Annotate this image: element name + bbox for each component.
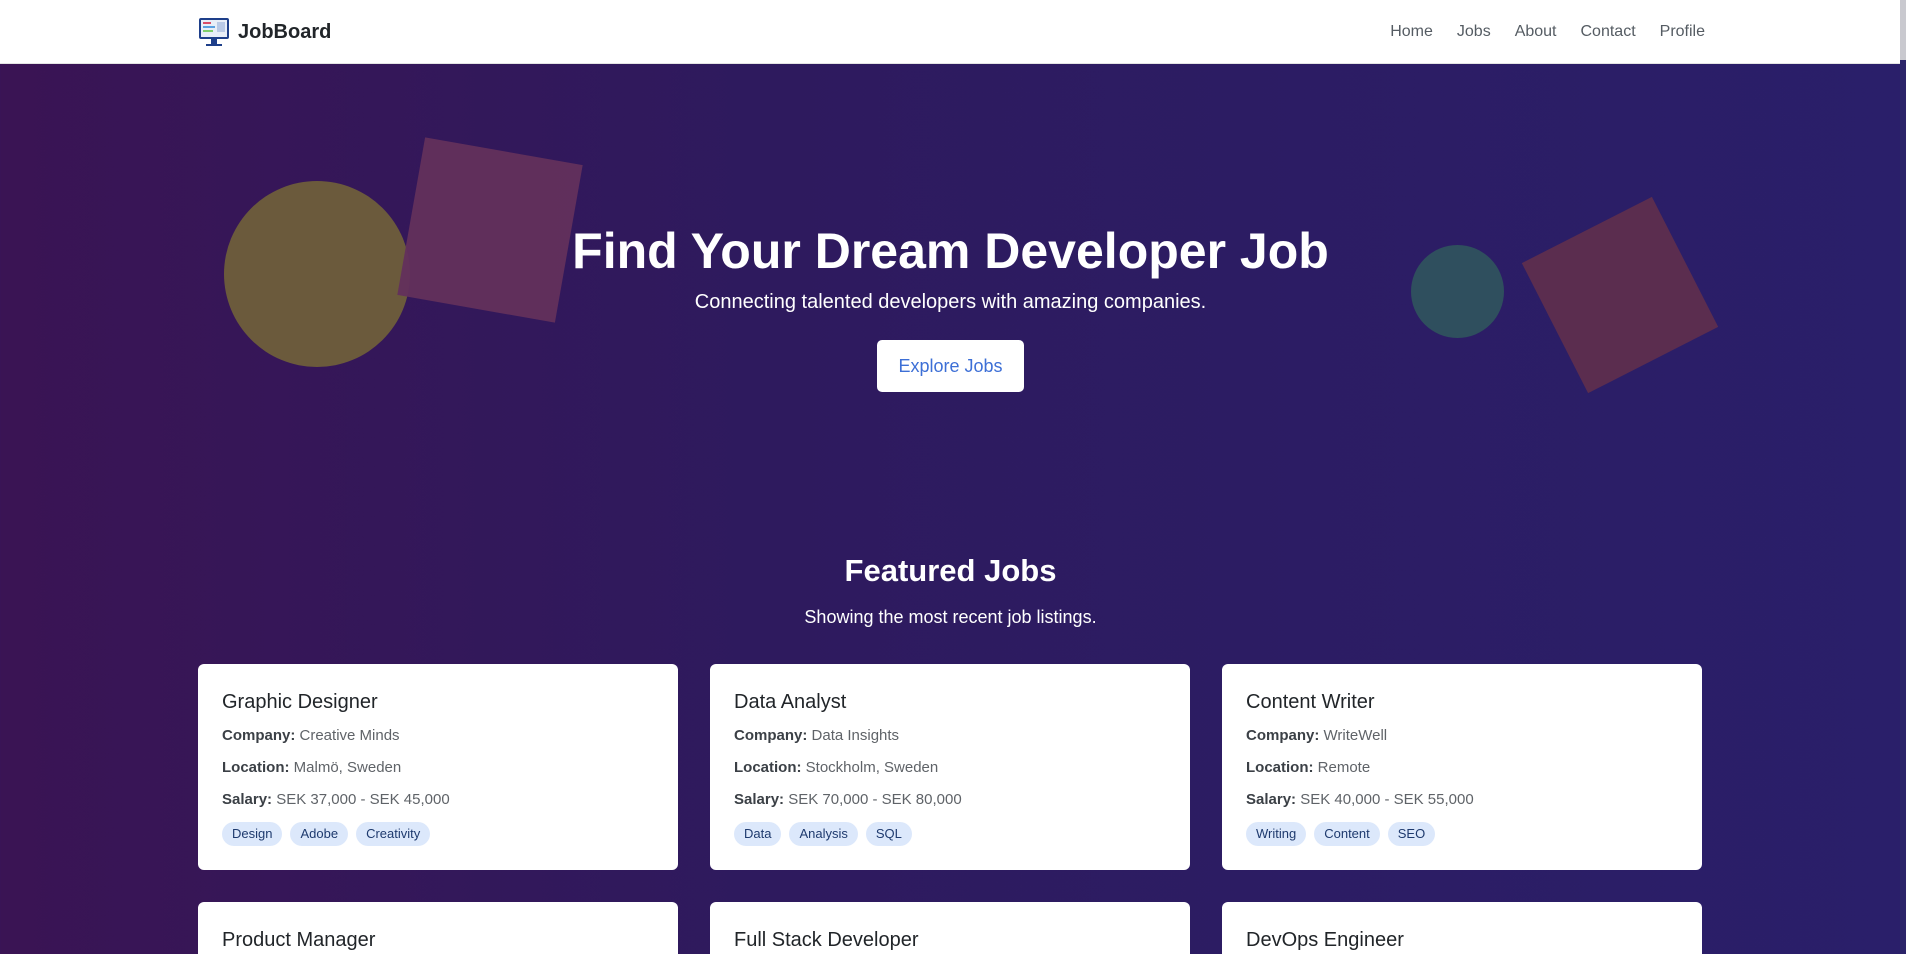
job-salary: Salary: SEK 37,000 - SEK 45,000 bbox=[222, 790, 654, 809]
scrollbar[interactable] bbox=[1900, 0, 1906, 954]
job-title: Graphic Designer bbox=[222, 691, 378, 713]
tag: Design bbox=[222, 822, 283, 846]
location-label: Location: bbox=[1246, 759, 1314, 776]
job-company: Company: Creative Minds bbox=[222, 726, 654, 745]
featured-jobs-title: Featured Jobs bbox=[844, 553, 1057, 588]
tag: Creativity bbox=[356, 822, 431, 846]
job-title: Content Writer bbox=[1246, 691, 1375, 713]
location-value: Remote bbox=[1317, 759, 1371, 776]
job-location: Location: Remote bbox=[1246, 758, 1678, 777]
job-card-data-analyst[interactable]: Data Analyst Company: Data Insights Loca… bbox=[710, 664, 1190, 870]
job-title: Product Manager bbox=[222, 929, 376, 951]
salary-value: SEK 70,000 - SEK 80,000 bbox=[788, 791, 962, 808]
salary-label: Salary: bbox=[222, 791, 273, 808]
location-label: Location: bbox=[734, 759, 802, 776]
tag: Writing bbox=[1246, 822, 1307, 846]
job-title: Data Analyst bbox=[734, 691, 847, 713]
job-card-graphic-designer[interactable]: Graphic Designer Company: Creative Minds… bbox=[198, 664, 678, 870]
location-value: Stockholm, Sweden bbox=[805, 759, 939, 776]
company-value: Creative Minds bbox=[299, 727, 400, 744]
job-salary: Salary: SEK 40,000 - SEK 55,000 bbox=[1246, 790, 1678, 809]
tag: Analysis bbox=[789, 822, 858, 846]
job-company: Company: WriteWell bbox=[1246, 726, 1678, 745]
monitor-icon bbox=[199, 18, 229, 46]
job-card-full-stack-developer[interactable]: Full Stack Developer bbox=[710, 902, 1190, 954]
job-title: Full Stack Developer bbox=[734, 929, 919, 951]
job-card-devops-engineer[interactable]: DevOps Engineer bbox=[1222, 902, 1702, 954]
nav-links: Home Jobs About Contact Profile bbox=[1390, 0, 1705, 64]
job-location: Location: Stockholm, Sweden bbox=[734, 758, 1166, 777]
job-tags: Design Adobe Creativity bbox=[222, 822, 654, 846]
location-value: Malmö, Sweden bbox=[293, 759, 402, 776]
tag: Data bbox=[734, 822, 782, 846]
company-label: Company: bbox=[734, 727, 808, 744]
salary-value: SEK 40,000 - SEK 55,000 bbox=[1300, 791, 1474, 808]
company-label: Company: bbox=[1246, 727, 1320, 744]
nav-contact[interactable]: Contact bbox=[1581, 23, 1636, 41]
job-salary: Salary: SEK 70,000 - SEK 80,000 bbox=[734, 790, 1166, 809]
hero-subtitle: Connecting talented developers with amaz… bbox=[694, 291, 1207, 313]
job-tags: Writing Content SEO bbox=[1246, 822, 1678, 846]
brand-name: JobBoard bbox=[238, 20, 332, 43]
tag: Content bbox=[1314, 822, 1380, 846]
salary-value: SEK 37,000 - SEK 45,000 bbox=[276, 791, 450, 808]
tag: SQL bbox=[865, 822, 912, 846]
explore-jobs-button[interactable]: Explore Jobs bbox=[877, 340, 1024, 392]
job-location: Location: Malmö, Sweden bbox=[222, 758, 654, 777]
tag: Adobe bbox=[290, 822, 349, 846]
hero-title: Find Your Dream Developer Job bbox=[572, 223, 1329, 279]
nav-about[interactable]: About bbox=[1515, 23, 1557, 41]
job-card-content-writer[interactable]: Content Writer Company: WriteWell Locati… bbox=[1222, 664, 1702, 870]
job-title: DevOps Engineer bbox=[1246, 929, 1404, 951]
tag: SEO bbox=[1387, 822, 1436, 846]
job-company: Company: Data Insights bbox=[734, 726, 1166, 745]
job-tags: Data Analysis SQL bbox=[734, 822, 1166, 846]
salary-label: Salary: bbox=[734, 791, 785, 808]
nav-jobs[interactable]: Jobs bbox=[1457, 23, 1491, 41]
company-value: WriteWell bbox=[1323, 727, 1388, 744]
nav-home[interactable]: Home bbox=[1390, 23, 1433, 41]
company-label: Company: bbox=[222, 727, 296, 744]
company-value: Data Insights bbox=[811, 727, 900, 744]
location-label: Location: bbox=[222, 759, 290, 776]
scrollbar-thumb[interactable] bbox=[1900, 0, 1906, 60]
job-card-product-manager[interactable]: Product Manager bbox=[198, 902, 678, 954]
nav-profile[interactable]: Profile bbox=[1660, 23, 1705, 41]
top-navbar: JobBoard Home Jobs About Contact Profile bbox=[0, 0, 1906, 64]
brand[interactable]: JobBoard bbox=[198, 16, 331, 48]
featured-jobs-subtitle: Showing the most recent job listings. bbox=[804, 607, 1097, 627]
salary-label: Salary: bbox=[1246, 791, 1297, 808]
